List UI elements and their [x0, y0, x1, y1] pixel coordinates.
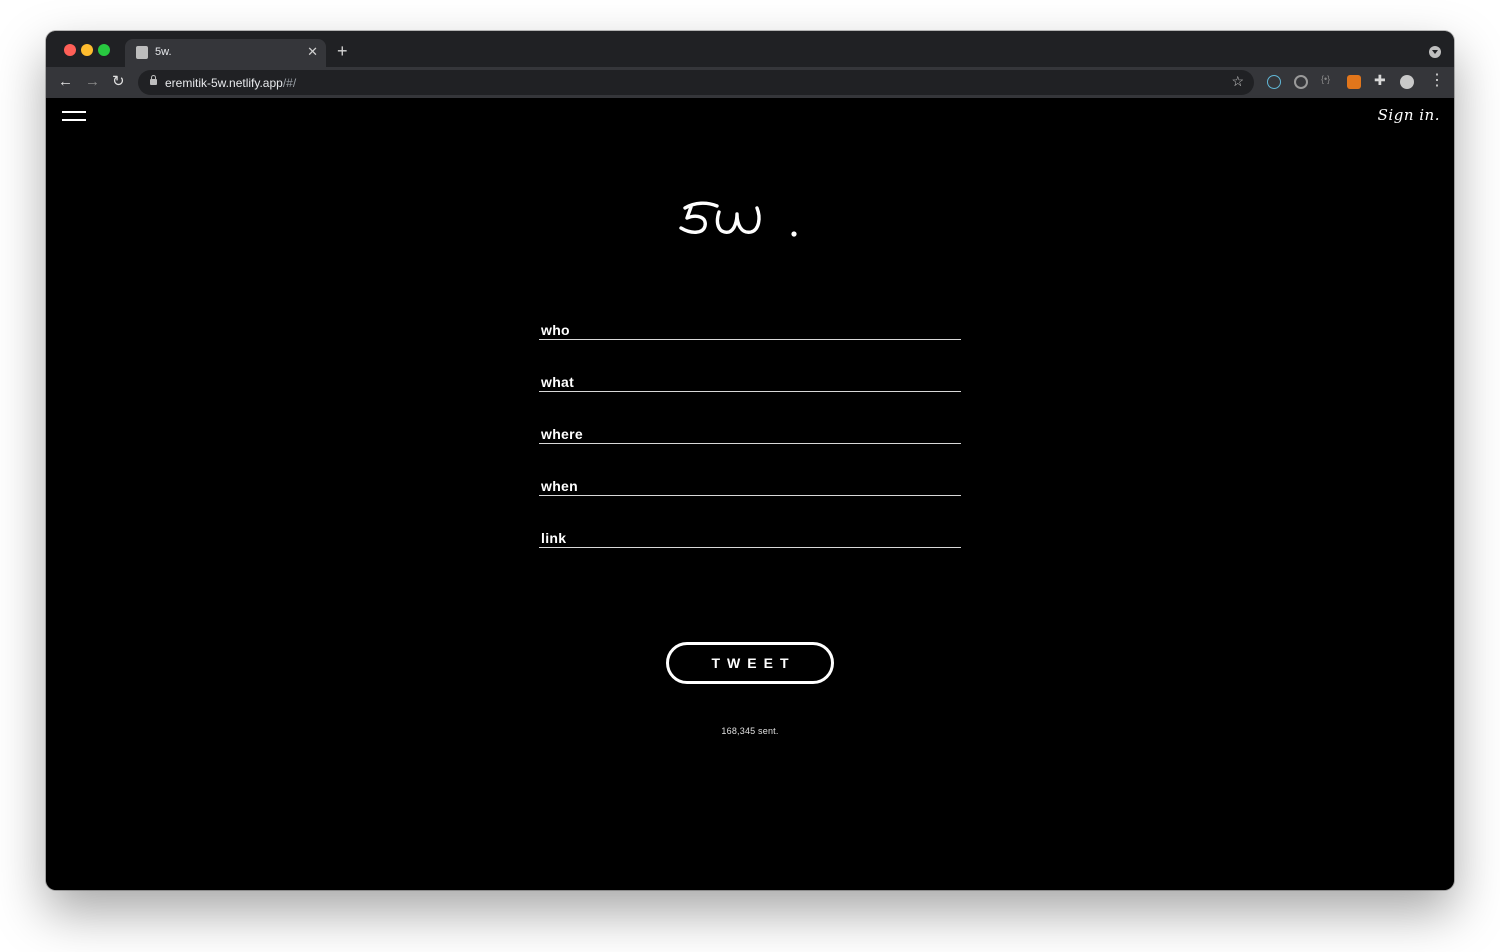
where-field-label: where: [541, 426, 583, 442]
link-field-label: link: [541, 530, 567, 546]
favicon-icon: [136, 46, 148, 59]
url-path: /#/: [282, 76, 297, 90]
back-arrow-icon[interactable]: ←: [58, 72, 73, 92]
when-field-underline: [539, 495, 961, 496]
lock-icon[interactable]: [150, 75, 157, 85]
reload-icon[interactable]: ↻: [112, 72, 125, 92]
code-extension-icon[interactable]: {•}: [1321, 74, 1330, 84]
profile-avatar-icon[interactable]: [1400, 75, 1414, 89]
new-tab-icon[interactable]: +: [337, 41, 348, 61]
who-field-underline: [539, 339, 961, 340]
sent-count: 168,345 sent.: [721, 726, 779, 736]
browser-titlebar: 5w. ✕ +: [46, 31, 1454, 67]
close-tab-icon[interactable]: ✕: [307, 44, 318, 60]
metamask-fox-icon[interactable]: [1347, 75, 1361, 89]
who-field[interactable]: who: [539, 322, 961, 374]
browser-window: 5w. ✕ + ← → ↻ eremitik-5w.netlify.app/#/…: [46, 31, 1454, 890]
hamburger-menu-icon[interactable]: [62, 109, 86, 123]
browser-toolbar: ← → ↻ eremitik-5w.netlify.app/#/ ☆ {•} ✚…: [46, 67, 1454, 98]
logo-stroke-5: [679, 201, 719, 234]
link-field[interactable]: link: [539, 530, 961, 582]
sign-in-link[interactable]: Sign in.: [1378, 106, 1440, 124]
where-field-underline: [539, 443, 961, 444]
browser-menu-icon[interactable]: ⋮: [1429, 71, 1445, 91]
what-field-label: what: [541, 374, 575, 390]
minimize-window-button[interactable]: [81, 44, 93, 56]
tab-title: 5w.: [155, 46, 172, 58]
url-text[interactable]: eremitik-5w.netlify.app/#/: [165, 76, 296, 90]
link-field-underline: [539, 547, 961, 548]
hamburger-bar: [62, 111, 86, 113]
tab-search-icon[interactable]: [1429, 46, 1441, 58]
where-field[interactable]: where: [539, 426, 961, 478]
who-field-label: who: [541, 322, 570, 338]
maximize-window-button[interactable]: [98, 44, 110, 56]
hamburger-bar: [62, 119, 86, 121]
bookmark-star-icon[interactable]: ☆: [1231, 73, 1244, 90]
what-field[interactable]: what: [539, 374, 961, 426]
puzzle-extensions-icon[interactable]: ✚: [1374, 72, 1386, 89]
tweet-form: who what where when link: [539, 322, 961, 582]
close-window-button[interactable]: [64, 44, 76, 56]
tweet-button[interactable]: TWEET: [666, 642, 834, 684]
when-field[interactable]: when: [539, 478, 961, 530]
circle-extension-icon[interactable]: [1294, 75, 1308, 89]
address-bar[interactable]: eremitik-5w.netlify.app/#/ ☆: [138, 70, 1254, 95]
when-field-label: when: [541, 478, 578, 494]
logo-dot: [791, 231, 797, 237]
what-field-underline: [539, 391, 961, 392]
logo-stroke-w: [715, 206, 761, 234]
react-devtools-icon[interactable]: [1267, 75, 1281, 89]
forward-arrow-icon[interactable]: →: [85, 72, 100, 92]
page-content: Sign in. who what where when link TWEET …: [46, 98, 1454, 890]
site-logo: [679, 201, 797, 237]
url-host: eremitik-5w.netlify.app: [165, 76, 283, 90]
browser-tab[interactable]: 5w. ✕: [125, 39, 326, 67]
